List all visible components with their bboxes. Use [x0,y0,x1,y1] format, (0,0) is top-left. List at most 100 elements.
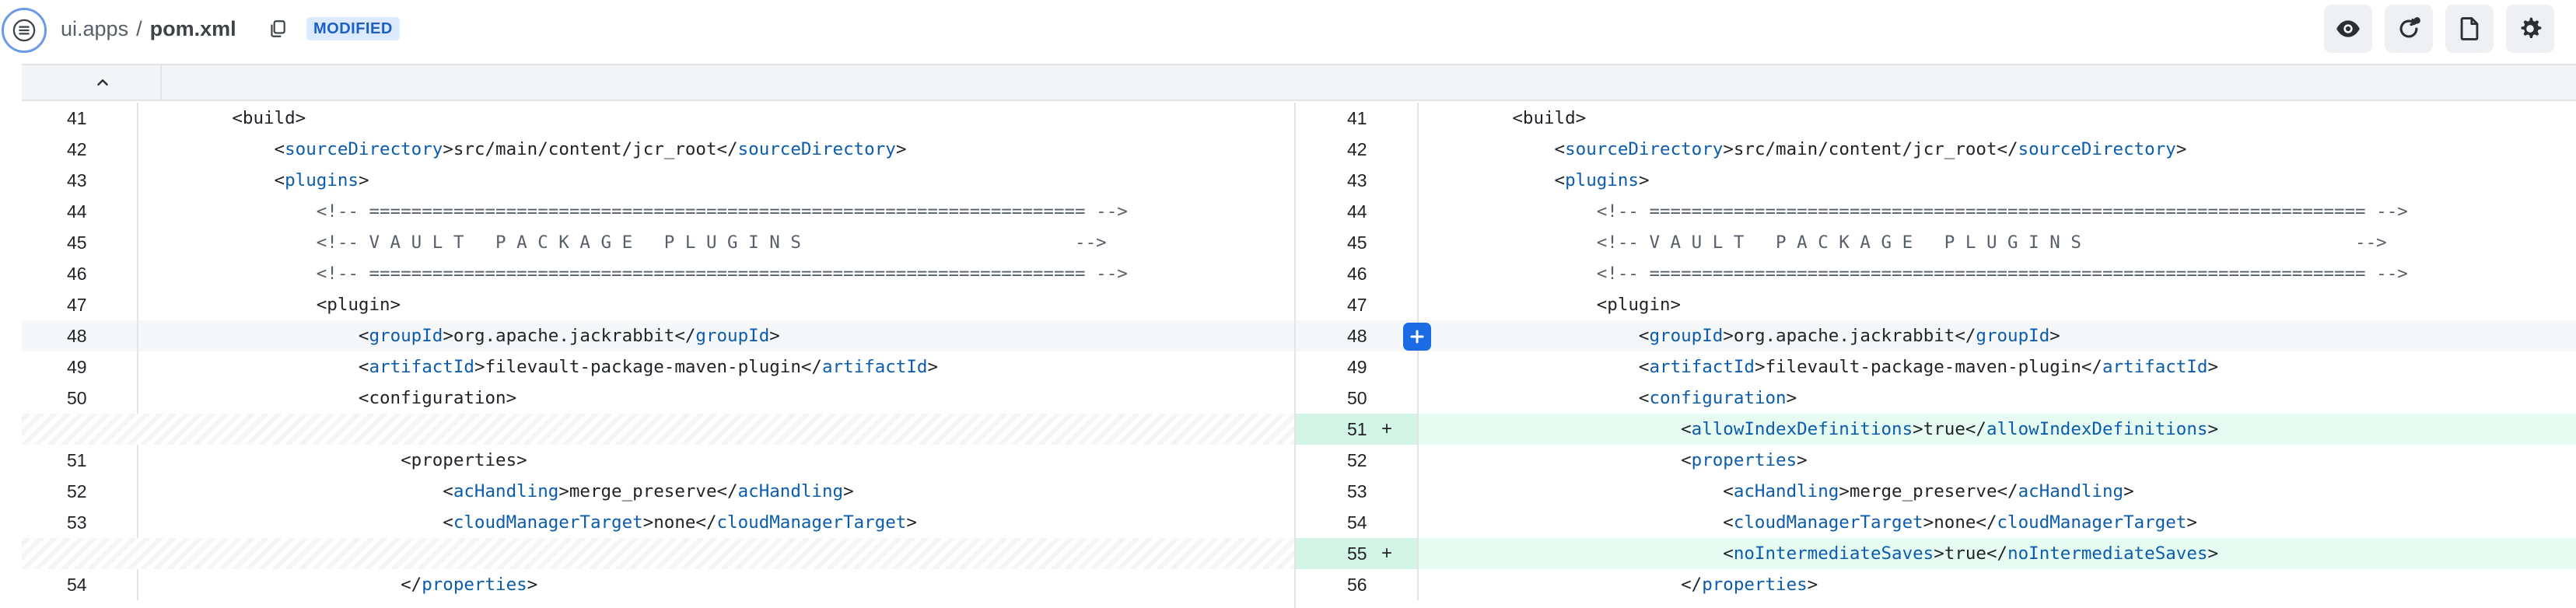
line-number: 56 [1347,574,1367,595]
code-token: < [148,326,369,346]
expand-up-button[interactable] [45,65,162,100]
code-token: < [1428,419,1692,439]
line-number: 45 [67,232,87,253]
code-text: <build> [138,108,306,128]
line-gutter[interactable]: 41 [22,103,138,134]
line-gutter[interactable]: 48 [1296,320,1431,351]
line-gutter[interactable]: 54 [1296,507,1419,538]
line-number: 54 [1347,512,1367,533]
line-gutter[interactable]: 44 [1296,196,1419,227]
xml-tag-name: artifactId [2102,357,2208,377]
code-line: 45 <!-- V A U L T P A C K A G E P L U G … [1296,227,2576,258]
line-gutter[interactable]: 48 [22,320,138,351]
xml-comment: <!-- V A U L T P A C K A G E P L U G I N… [148,232,1107,253]
line-gutter[interactable]: 45 [1296,227,1419,258]
status-badge: MODIFIED [306,17,400,40]
line-gutter[interactable]: 53 [22,507,138,538]
xml-tag-name: groupId [1976,326,2050,346]
hamburger-menu-icon [12,19,36,42]
line-gutter[interactable]: 52 [1296,445,1419,476]
line-gutter[interactable]: 49 [1296,351,1419,383]
code-token: < [1428,512,1734,533]
code-token: <plugin> [148,295,401,315]
code-line: 47 <plugin> [1296,289,2576,320]
xml-tag-name: sourceDirectory [285,139,443,159]
code-token: <configuration> [148,388,517,408]
xml-tag-name: groupId [1649,326,1724,346]
xml-tag-name: acHandling [737,481,844,501]
code-token: < [1428,170,1566,190]
xml-tag-name: cloudManagerTarget [716,512,907,533]
line-gutter[interactable]: 50 [1296,383,1419,414]
menu-button[interactable] [2,8,47,53]
line-gutter[interactable]: 43 [1296,165,1419,196]
line-gutter[interactable]: 56 [1296,569,1419,600]
xml-tag-name: plugins [285,170,359,190]
xml-tag-name: cloudManagerTarget [453,512,643,533]
line-number: 53 [1347,480,1367,501]
code-token: </ [1428,575,1703,595]
line-gutter[interactable]: 45 [22,227,138,258]
line-gutter[interactable]: 50 [22,383,138,414]
code-text: <configuration> [138,388,516,408]
line-gutter[interactable]: 47 [22,289,138,320]
xml-tag-name: configuration [1649,388,1787,408]
line-gutter[interactable]: 54 [22,569,138,600]
view-button[interactable] [2324,5,2372,53]
line-gutter[interactable]: 46 [1296,258,1419,289]
line-gutter[interactable]: 42 [22,134,138,165]
code-line: 53 <acHandling>merge_preserve</acHandlin… [1296,476,2576,507]
line-gutter[interactable]: 55 + [1296,538,1419,569]
code-token: > [769,326,780,346]
refresh-comment-icon [2399,17,2420,38]
xml-tag-name: cloudManagerTarget [1997,512,2187,533]
code-token: < [1428,139,1566,159]
code-token: > [358,170,369,190]
line-gutter[interactable]: 47 [1296,289,1419,320]
breadcrumb-repo[interactable]: ui.apps [61,16,128,42]
code-text: <acHandling>merge_preserve</acHandling> [1419,481,2133,501]
xml-tag-name: acHandling [453,481,559,501]
expand-bar [22,64,2576,101]
add-comment-button[interactable] [1403,323,1431,351]
line-gutter[interactable]: 49 [22,351,138,383]
line-gutter[interactable]: 46 [22,258,138,289]
code-line: 56 </properties> [1296,569,2576,600]
code-line: 43 <plugins> [22,165,1294,196]
line-number: 55 [1347,543,1367,564]
code-text: <plugin> [1419,295,1681,315]
added-marker: + [1381,418,1393,439]
view-file-button[interactable] [2445,5,2494,53]
line-gutter[interactable] [22,414,138,445]
xml-tag-name: allowIndexDefinitions [1691,419,1913,439]
line-gutter[interactable]: 51 [22,445,138,476]
refresh-comments-button[interactable] [2385,5,2433,53]
line-gutter[interactable]: 42 [1296,134,1419,165]
line-number: 48 [67,325,87,346]
code-token: > [843,481,854,501]
xml-tag-name: cloudManagerTarget [1733,512,1923,533]
xml-tag-name: properties [422,575,527,595]
line-number: 51 [1347,418,1367,439]
code-text: <!-- ===================================… [1419,264,2408,284]
code-text: <plugin> [138,295,401,315]
line-number: 45 [1347,232,1367,253]
code-text: <!-- V A U L T P A C K A G E P L U G I N… [138,232,1107,253]
line-gutter[interactable]: 53 [1296,476,1419,507]
line-gutter[interactable] [22,538,138,569]
line-number: 52 [1347,449,1367,470]
code-line: 51 <properties> [22,445,1294,476]
copy-path-button[interactable] [264,16,291,42]
line-gutter[interactable]: 43 [22,165,138,196]
line-gutter[interactable]: 44 [22,196,138,227]
line-number: 53 [67,512,87,533]
eye-icon [2336,20,2360,37]
copy-icon [271,20,285,37]
line-gutter[interactable]: 52 [22,476,138,507]
settings-button[interactable] [2506,5,2554,53]
line-gutter[interactable]: 41 [1296,103,1419,134]
diff-pane-original: 41 <build> 42 <sourceDirectory>src/main/c… [22,103,1294,608]
line-gutter[interactable]: 51 + [1296,414,1419,445]
code-token: >true</ [1934,543,2008,564]
code-text: <!-- ===================================… [138,201,1128,222]
